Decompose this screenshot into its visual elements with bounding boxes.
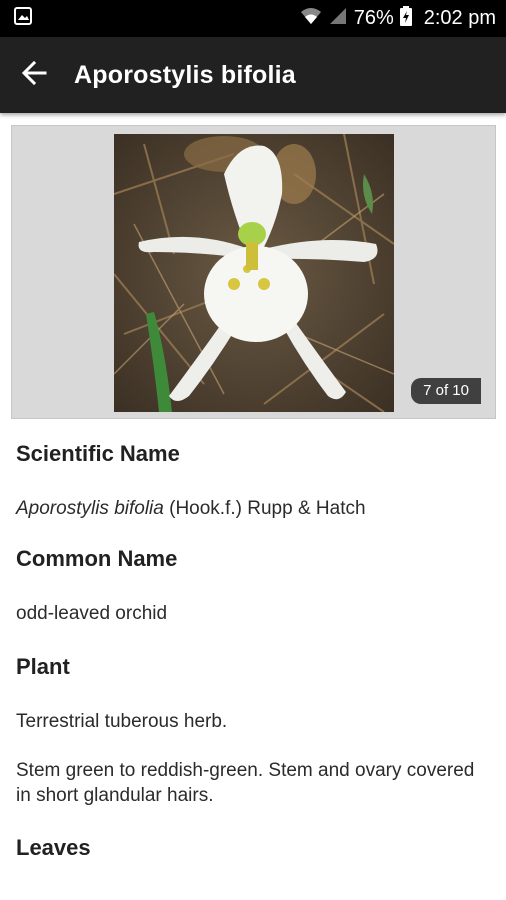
- app-bar: Aporostylis bifolia: [0, 37, 506, 113]
- status-time: 2:02 pm: [423, 7, 496, 29]
- common-name-value: odd-leaved orchid: [16, 603, 168, 624]
- plant-heading: Plant: [16, 654, 70, 679]
- back-button[interactable]: [14, 55, 54, 95]
- species-details: Scientific Name Aporostylis bifolia (Hoo…: [16, 424, 490, 862]
- signal-icon: [328, 6, 348, 32]
- battery-charging-icon: [399, 5, 412, 32]
- scientific-name-italic: Aporostylis bifolia: [16, 498, 164, 519]
- battery-level: 76%: [353, 7, 394, 29]
- leaves-heading: Leaves: [16, 835, 91, 860]
- orchid-photo[interactable]: [114, 134, 394, 412]
- arrow-back-icon: [21, 60, 47, 91]
- wifi-icon: [300, 6, 322, 32]
- gallery-notification-icon: [14, 7, 32, 30]
- scientific-name-value: Aporostylis bifolia (Hook.f.) Rupp & Hat…: [16, 496, 490, 521]
- status-bar: 76% 2:02 pm: [0, 0, 506, 37]
- common-name-heading: Common Name: [16, 546, 178, 571]
- image-gallery[interactable]: 7 of 10: [11, 125, 496, 419]
- page-title: Aporostylis bifolia: [74, 60, 296, 89]
- image-counter: 7 of 10: [411, 378, 481, 404]
- scientific-name-heading: Scientific Name: [16, 441, 180, 466]
- scientific-name-authority: (Hook.f.) Rupp & Hatch: [163, 498, 366, 519]
- plant-description-1: Terrestrial tuberous herb.: [16, 711, 228, 732]
- plant-description-2: Stem green to reddish-green. Stem and ov…: [16, 760, 475, 806]
